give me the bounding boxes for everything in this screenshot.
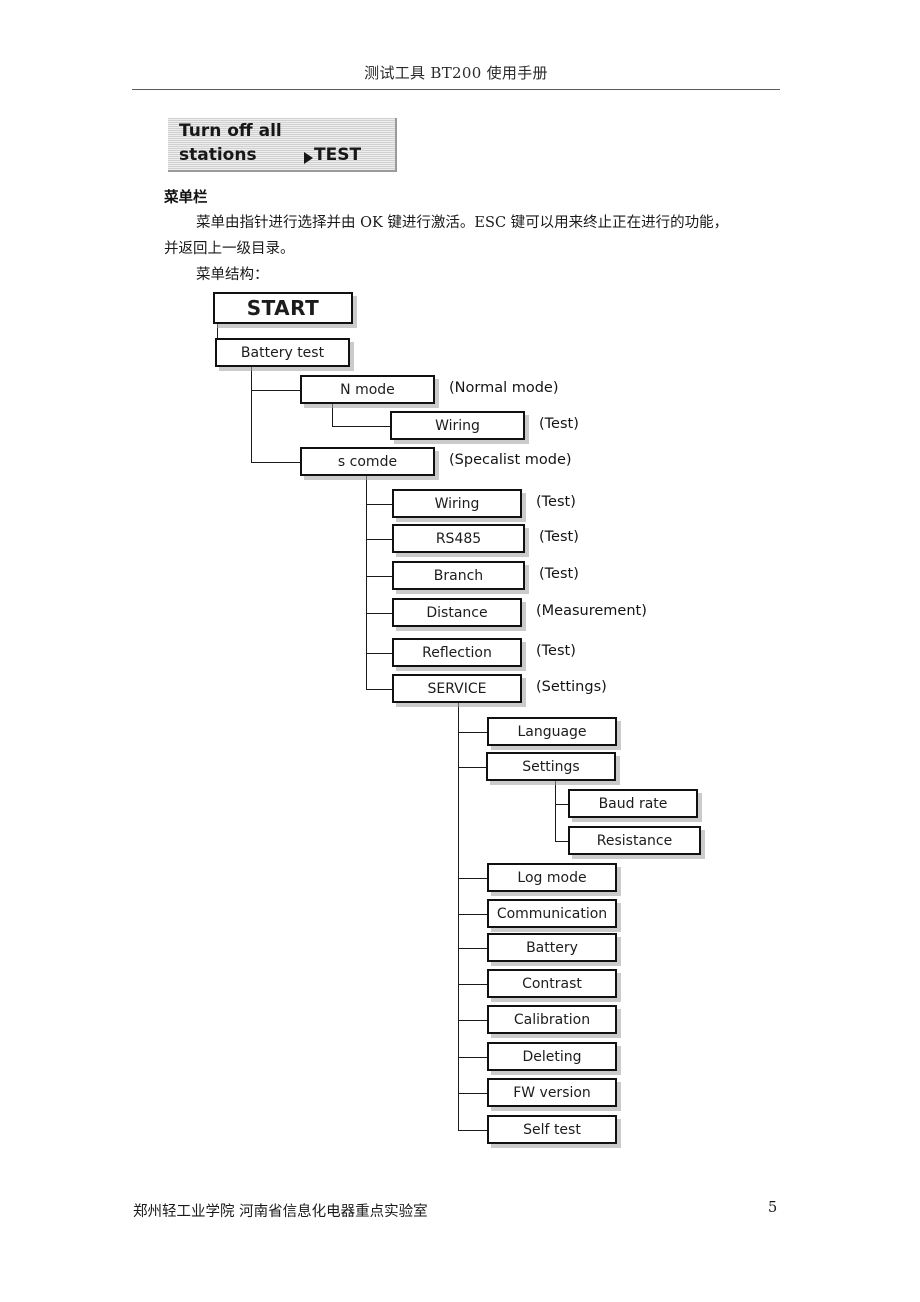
connector-to-deleting: [458, 1056, 487, 1058]
menu-node-calibration: Calibration: [487, 1005, 617, 1034]
menu-node-rs485: RS485: [392, 524, 525, 553]
menu-node-fw-version: FW version: [487, 1078, 617, 1107]
menu-node-annotation-s-comde: (Specalist mode): [449, 452, 572, 468]
menu-node-label: START: [246, 296, 320, 320]
menu-node-label: Baud rate: [598, 795, 668, 812]
connector-scomde-trunk: [366, 476, 367, 689]
menu-node-branch: Branch: [392, 561, 525, 590]
menu-node-label: Wiring: [435, 417, 480, 434]
menu-node-self-test: Self test: [487, 1115, 617, 1144]
menu-node-deleting: Deleting: [487, 1042, 617, 1071]
connector-to-self-test: [458, 1129, 487, 1131]
menu-node-label: RS485: [435, 530, 482, 547]
menu-node-reflection: Reflection: [392, 638, 522, 667]
menu-node-distance: Distance: [392, 598, 522, 627]
menu-node-label: Battery: [526, 939, 578, 956]
menu-node-annotation-branch: (Test): [539, 566, 579, 582]
menu-node-service: SERVICE: [392, 674, 522, 703]
menu-node-label: Communication: [496, 905, 608, 922]
menu-node-label: Log mode: [517, 869, 587, 886]
menu-node-annotation-n-mode: (Normal mode): [449, 380, 559, 396]
menu-node-label: Self test: [523, 1121, 581, 1138]
menu-node-label: SERVICE: [427, 680, 487, 697]
connector-to-settings: [458, 766, 486, 768]
connector-nmode-trunk: [332, 404, 333, 426]
menu-node-label: N mode: [340, 381, 395, 398]
menu-node-annotation-wiring-normal: (Test): [539, 416, 579, 432]
menu-node-s-comde: s comde: [300, 447, 435, 476]
connector-battery-trunk: [251, 367, 252, 462]
menu-node-label: Battery test: [240, 344, 325, 361]
connector-to-s-comde: [251, 461, 300, 463]
menu-node-label: Contrast: [522, 975, 582, 992]
page-footer-text: 郑州轻工业学院 河南省信息化电器重点实验室: [133, 1204, 428, 1220]
menu-node-annotation-wiring-spec: (Test): [536, 494, 576, 510]
menu-node-label: Calibration: [513, 1011, 591, 1028]
connector-to-log-mode: [458, 877, 487, 879]
menu-node-label: s comde: [337, 453, 398, 470]
menu-node-start: START: [213, 292, 353, 324]
menu-node-label: Wiring: [434, 495, 480, 512]
menu-node-label: Resistance: [596, 832, 673, 849]
connector-settings-trunk: [555, 781, 556, 841]
menu-node-contrast: Contrast: [487, 969, 617, 998]
menu-node-resistance: Resistance: [568, 826, 701, 855]
connector-start-to-battery: [217, 324, 218, 338]
connector-to-branch: [366, 575, 392, 577]
menu-node-settings: Settings: [486, 752, 616, 781]
menu-node-annotation-rs485: (Test): [539, 529, 579, 545]
menu-node-battery: Battery: [487, 933, 617, 962]
connector-to-resistance: [555, 840, 568, 842]
connector-to-reflection: [366, 652, 392, 654]
menu-node-communication: Communication: [487, 899, 617, 928]
menu-node-annotation-service: (Settings): [536, 679, 607, 695]
connector-to-wiring-normal: [332, 425, 390, 427]
connector-to-n-mode: [251, 389, 300, 391]
menu-node-battery-test: Battery test: [215, 338, 350, 367]
menu-node-label: Deleting: [522, 1048, 582, 1065]
menu-structure-diagram: START Battery test N mode (Normal mode) Wiri…: [0, 0, 920, 1302]
menu-node-baud-rate: Baud rate: [568, 789, 698, 818]
connector-to-fw-version: [458, 1092, 487, 1094]
menu-node-label: Branch: [433, 567, 484, 584]
menu-node-log-mode: Log mode: [487, 863, 617, 892]
menu-node-wiring-normal: Wiring: [390, 411, 525, 440]
connector-to-contrast: [458, 983, 487, 985]
menu-node-label: Language: [517, 723, 587, 740]
connector-to-language: [458, 731, 487, 733]
menu-node-language: Language: [487, 717, 617, 746]
connector-to-calibration: [458, 1019, 487, 1021]
connector-to-service: [366, 688, 392, 690]
page-number: 5: [768, 1200, 778, 1216]
connector-to-baud-rate: [555, 803, 568, 805]
connector-to-rs485: [366, 538, 392, 540]
connector-to-wiring-spec: [366, 503, 392, 505]
menu-node-annotation-distance: (Measurement): [536, 603, 647, 619]
menu-node-annotation-reflection: (Test): [536, 643, 576, 659]
menu-node-label: Reflection: [422, 644, 492, 661]
menu-node-label: Distance: [426, 604, 488, 621]
menu-node-label: FW version: [513, 1084, 591, 1101]
menu-node-n-mode: N mode: [300, 375, 435, 404]
menu-node-label: Settings: [522, 758, 580, 775]
connector-to-battery: [458, 947, 487, 949]
connector-to-distance: [366, 612, 392, 614]
menu-node-wiring-spec: Wiring: [392, 489, 522, 518]
connector-to-communication: [458, 913, 487, 915]
